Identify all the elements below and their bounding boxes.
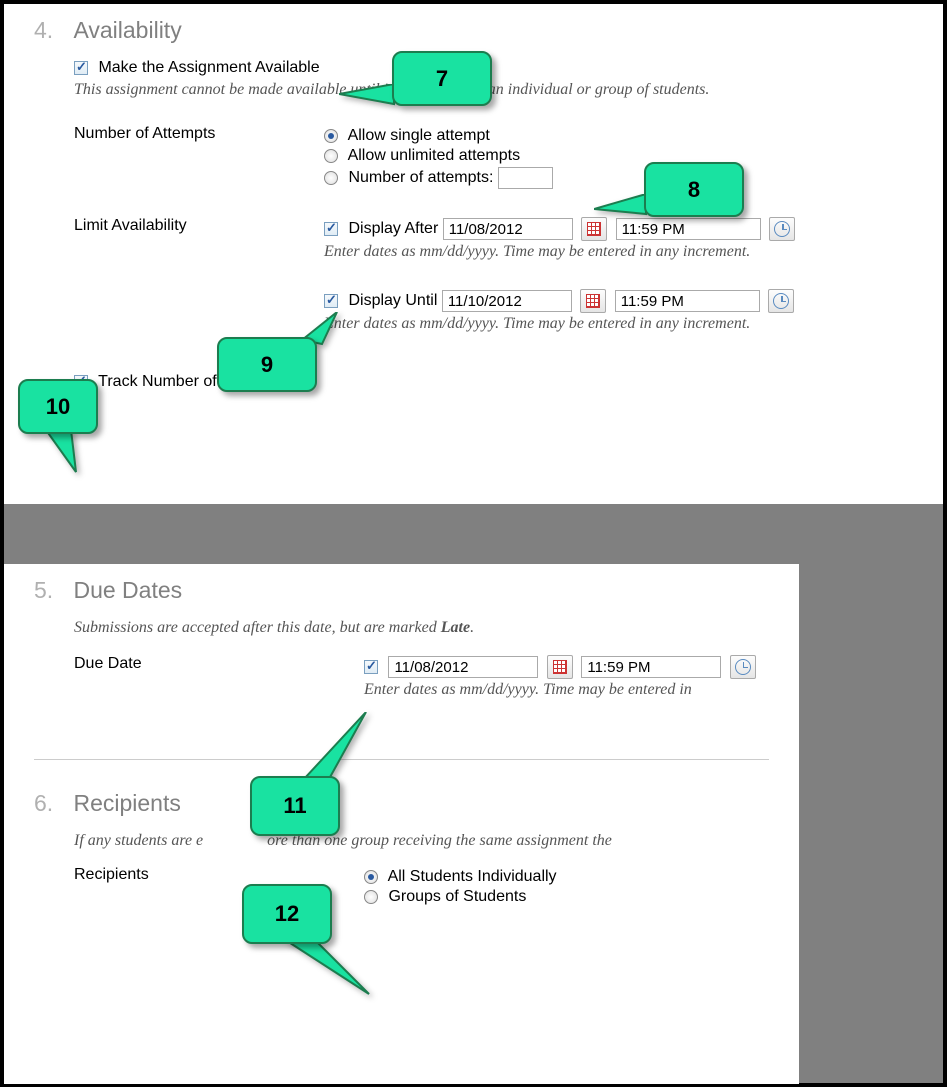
attempt-single-label: Allow single attempt [348,127,490,144]
display-after-time-input[interactable] [616,218,761,240]
display-until-calendar-button[interactable] [580,289,606,313]
attempt-unlimited-label: Allow unlimited attempts [348,147,521,164]
display-after-hint: Enter dates as mm/dd/yyyy. Time may be e… [324,243,913,261]
callout-11: 11 [250,776,340,836]
attempt-single-radio[interactable] [324,129,338,143]
availability-note: This assignment cannot be made available… [74,81,913,99]
callout-11-pointer [304,712,374,782]
callout-8-pointer [594,194,649,219]
display-after-calendar-button[interactable] [581,217,607,241]
callout-7: 7 [392,51,492,106]
callout-10: 10 [18,379,98,434]
make-available-checkbox[interactable] [74,61,88,75]
display-until-label: Display Until [348,292,437,309]
section-title: Recipients [73,790,180,817]
section-6-header: 6. Recipients [34,785,769,832]
section-5-header: 5. Due Dates [34,572,769,619]
recipients-all-radio[interactable] [364,870,378,884]
clock-icon [774,221,790,237]
section-number: 4. [34,17,69,44]
display-after-label: Display After [348,220,438,237]
display-until-hint: Enter dates as mm/dd/yyyy. Time may be e… [324,315,913,333]
display-after-clock-button[interactable] [769,217,795,241]
callout-7-pointer [339,84,399,109]
calendar-icon [553,660,567,674]
clock-icon [735,659,751,675]
make-available-row: Make the Assignment Available [74,59,913,77]
calendar-icon [586,294,600,308]
recipients-note: If any students are exxxxxxxxxore than o… [74,832,769,850]
attempt-unlimited-radio[interactable] [324,149,338,163]
display-until-date-input[interactable] [442,290,572,312]
due-date-checkbox[interactable] [364,660,378,674]
display-after-date-input[interactable] [443,218,573,240]
callout-12-pointer [284,939,374,999]
recipients-groups-radio[interactable] [364,890,378,904]
display-until-checkbox[interactable] [324,294,338,308]
due-date-calendar-button[interactable] [547,655,573,679]
recipients-all-label: All Students Individually [388,868,557,885]
display-until-clock-button[interactable] [768,289,794,313]
limit-availability-label: Limit Availability [74,217,324,235]
attempt-number-radio[interactable] [324,171,338,185]
section-number: 5. [34,577,69,604]
section-title: Availability [73,17,181,44]
section-title: Due Dates [73,577,182,604]
display-after-checkbox[interactable] [324,222,338,236]
section-number: 6. [34,790,69,817]
callout-8: 8 [644,162,744,217]
due-date-hint: Enter dates as mm/dd/yyyy. Time may be e… [364,681,769,699]
calendar-icon [587,222,601,236]
due-dates-note: Submissions are accepted after this date… [74,619,769,637]
due-date-input[interactable] [388,656,538,678]
recipients-groups-label: Groups of Students [388,888,526,905]
attempts-count-input[interactable] [498,167,553,189]
clock-icon [773,293,789,309]
attempts-label: Number of Attempts [74,125,324,143]
due-time-clock-button[interactable] [730,655,756,679]
make-available-label: Make the Assignment Available [98,59,319,76]
attempt-number-label: Number of attempts: [348,169,493,186]
display-until-time-input[interactable] [615,290,760,312]
callout-9: 9 [217,337,317,392]
callout-12: 12 [242,884,332,944]
callout-10-pointer [46,430,86,475]
recipients-label: Recipients [74,866,364,884]
due-date-label: Due Date [74,655,364,673]
track-views-row: Track Number of Views [74,373,913,391]
due-time-input[interactable] [581,656,721,678]
